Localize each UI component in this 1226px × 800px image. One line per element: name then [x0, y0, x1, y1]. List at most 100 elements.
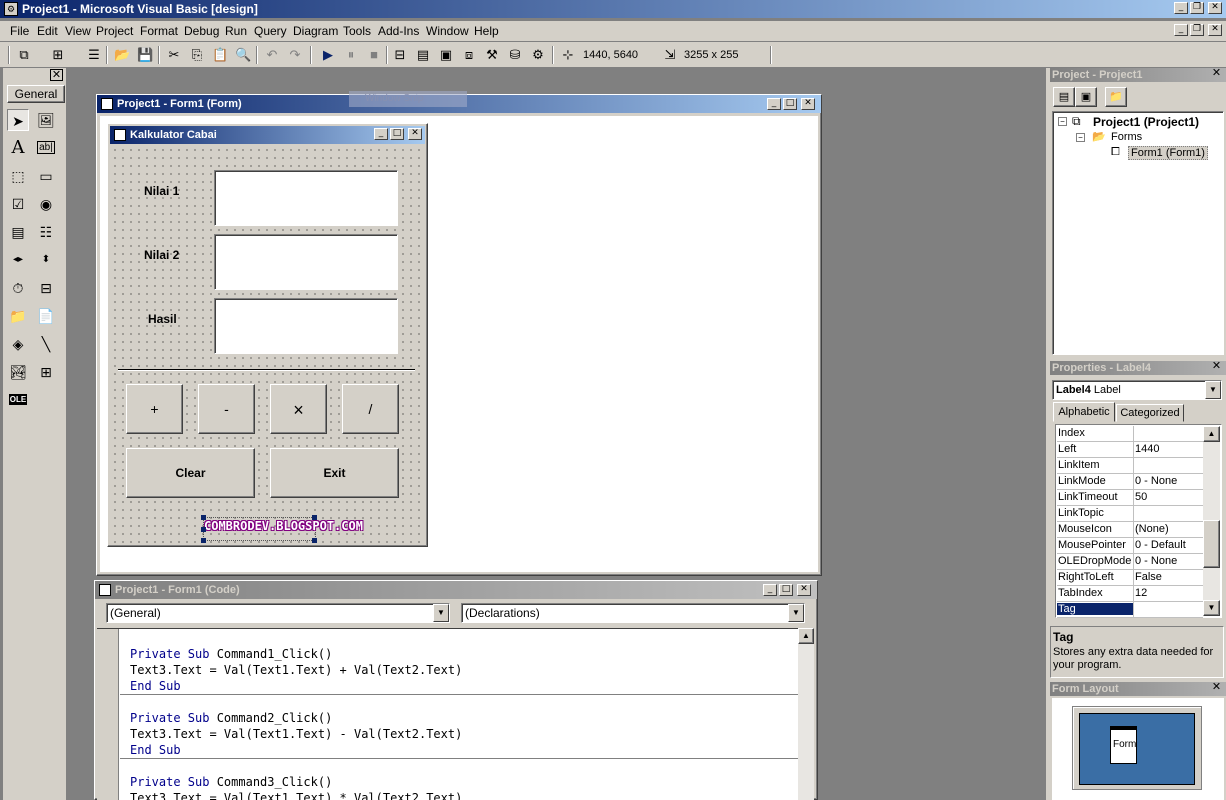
toolbox-close-icon[interactable]: ✕ [50, 69, 63, 81]
menu-editor-icon[interactable]: ☰ [86, 47, 102, 63]
resize-handle-bl[interactable] [201, 538, 206, 543]
menu-view[interactable]: View [65, 24, 91, 38]
tree-project-root[interactable]: Project1 (Project1) [1093, 115, 1199, 129]
toolbox-tab-general[interactable]: General [7, 85, 65, 103]
frame-tool-icon[interactable]: ⬚ [7, 165, 29, 187]
footer-brand-label[interactable]: COMBRODEV.BLOGSPOT.COM [204, 519, 363, 533]
menu-run[interactable]: Run [225, 24, 247, 38]
property-row[interactable]: RightToLeft False [1057, 570, 1203, 586]
listbox-tool-icon[interactable]: ☷ [35, 221, 57, 243]
tab-categorized[interactable]: Categorized [1116, 404, 1184, 422]
scroll-up-icon[interactable]: ▲ [798, 628, 814, 644]
chevron-down-icon[interactable]: ▼ [1205, 381, 1221, 399]
menu-window[interactable]: Window [426, 24, 469, 38]
code-window-close[interactable]: ✕ [797, 584, 811, 596]
calculator-minimize[interactable]: _ [374, 128, 388, 140]
project-explorer-close-icon[interactable]: ✕ [1210, 68, 1223, 80]
exit-button[interactable]: Exit [270, 448, 399, 498]
label-nilai2[interactable]: Nilai 2 [144, 248, 179, 262]
picturebox-tool-icon[interactable]: 🖼 [35, 109, 57, 131]
tree-form1-item[interactable]: Form1 (Form1) [1128, 146, 1208, 160]
undo-icon[interactable]: ↶ [264, 47, 280, 63]
calculator-close[interactable]: ✕ [408, 128, 422, 140]
copy-icon[interactable]: ⎘ [189, 47, 205, 63]
property-value[interactable]: 50 [1135, 491, 1203, 503]
label-tool-icon[interactable]: A [7, 137, 29, 159]
ole-tool-icon[interactable]: OLE [7, 389, 29, 411]
property-value[interactable]: 0 - Default [1135, 539, 1203, 551]
find-icon[interactable]: 🔍 [235, 47, 251, 63]
object-combo[interactable]: (General) ▼ [106, 603, 450, 623]
dirlistbox-tool-icon[interactable]: 📁 [7, 305, 29, 327]
menu-diagram[interactable]: Diagram [293, 24, 338, 38]
project-explorer-icon[interactable]: ⊟ [392, 47, 408, 63]
properties-window-icon[interactable]: ▤ [415, 47, 431, 63]
menu-edit[interactable]: Edit [37, 24, 58, 38]
separator-line[interactable] [118, 369, 415, 371]
chevron-down-icon[interactable]: ▼ [433, 604, 449, 622]
textbox-hasil[interactable] [214, 298, 398, 354]
add-project-icon[interactable]: ⧉ [16, 47, 32, 63]
code-window-maximize[interactable]: □ [779, 584, 793, 596]
menu-tools[interactable]: Tools [343, 24, 371, 38]
form-preview[interactable]: Form [1110, 726, 1137, 764]
object-browser-icon[interactable]: ⧈ [461, 47, 477, 63]
property-value[interactable]: 0 - None [1135, 555, 1203, 567]
times-button[interactable]: × [270, 384, 327, 434]
component-manager-icon[interactable]: ⚙ [530, 47, 546, 63]
toolbox-icon[interactable]: ⚒ [484, 47, 500, 63]
view-object-button[interactable]: ▣ [1075, 87, 1097, 107]
properties-vscrollbar[interactable]: ▲ ▼ [1203, 426, 1220, 616]
shape-tool-icon[interactable]: ◈ [7, 333, 29, 355]
menu-project[interactable]: Project [96, 24, 133, 38]
menu-query[interactable]: Query [254, 24, 287, 38]
menu-file[interactable]: File [10, 24, 29, 38]
scroll-up-icon[interactable]: ▲ [1203, 426, 1220, 442]
property-value[interactable]: 1440 [1135, 443, 1203, 455]
resize-handle-tl[interactable] [201, 515, 206, 520]
view-code-button[interactable]: ▤ [1053, 87, 1075, 107]
data-view-icon[interactable]: ⛁ [507, 47, 523, 63]
commandbutton-tool-icon[interactable]: ▭ [35, 165, 57, 187]
form-designer-minimize[interactable]: _ [767, 98, 781, 110]
label-hasil[interactable]: Hasil [148, 312, 177, 326]
property-row[interactable]: OLEDropMode 0 - None [1057, 554, 1203, 570]
properties-object-combo[interactable]: Label4 Label ▼ [1052, 380, 1222, 400]
restore-button[interactable]: ❐ [1190, 2, 1204, 14]
property-value[interactable]: False [1135, 571, 1203, 583]
menu-help[interactable]: Help [474, 24, 499, 38]
data-tool-icon[interactable]: ⊞ [35, 361, 57, 383]
tree-forms-folder[interactable]: Forms [1111, 131, 1142, 143]
property-row[interactable]: Index [1057, 426, 1203, 442]
tree-collapse-icon[interactable]: − [1076, 133, 1085, 142]
form-layout-icon[interactable]: ▣ [438, 47, 454, 63]
minus-button[interactable]: - [198, 384, 255, 434]
label-nilai1[interactable]: Nilai 1 [144, 184, 179, 198]
save-icon[interactable]: 💾 [137, 47, 153, 63]
break-icon[interactable]: ⏸ [343, 47, 359, 63]
plus-button[interactable]: + [126, 384, 183, 434]
form-designer-maximize[interactable]: □ [783, 98, 797, 110]
end-icon[interactable]: ■ [366, 47, 382, 63]
scroll-down-icon[interactable]: ▼ [1203, 600, 1220, 616]
drivelistbox-tool-icon[interactable]: ⊟ [35, 277, 57, 299]
property-value[interactable]: 0 - None [1135, 475, 1203, 487]
property-row[interactable]: LinkMode 0 - None [1057, 474, 1203, 490]
property-row[interactable]: MouseIcon (None) [1057, 522, 1203, 538]
property-value[interactable]: 12 [1135, 587, 1203, 599]
menu-debug[interactable]: Debug [184, 24, 219, 38]
textbox-nilai2[interactable] [214, 234, 398, 290]
code-window-minimize[interactable]: _ [763, 584, 777, 596]
open-icon[interactable]: 📂 [114, 47, 130, 63]
mdi-restore-button[interactable]: ❐ [1190, 24, 1204, 36]
form-layout-close-icon[interactable]: ✕ [1210, 682, 1223, 694]
clear-button[interactable]: Clear [126, 448, 255, 498]
procedure-combo[interactable]: (Declarations) ▼ [461, 603, 805, 623]
vscrollbar-tool-icon[interactable]: ⬍ [35, 249, 57, 271]
menu-addins[interactable]: Add-Ins [378, 24, 419, 38]
mdi-minimize-button[interactable]: _ [1174, 24, 1188, 36]
code-vscrollbar[interactable]: ▲ [798, 628, 814, 800]
close-button[interactable]: ✕ [1208, 2, 1222, 14]
mdi-close-button[interactable]: ✕ [1208, 24, 1222, 36]
hscrollbar-tool-icon[interactable]: ◂▸ [7, 249, 29, 271]
